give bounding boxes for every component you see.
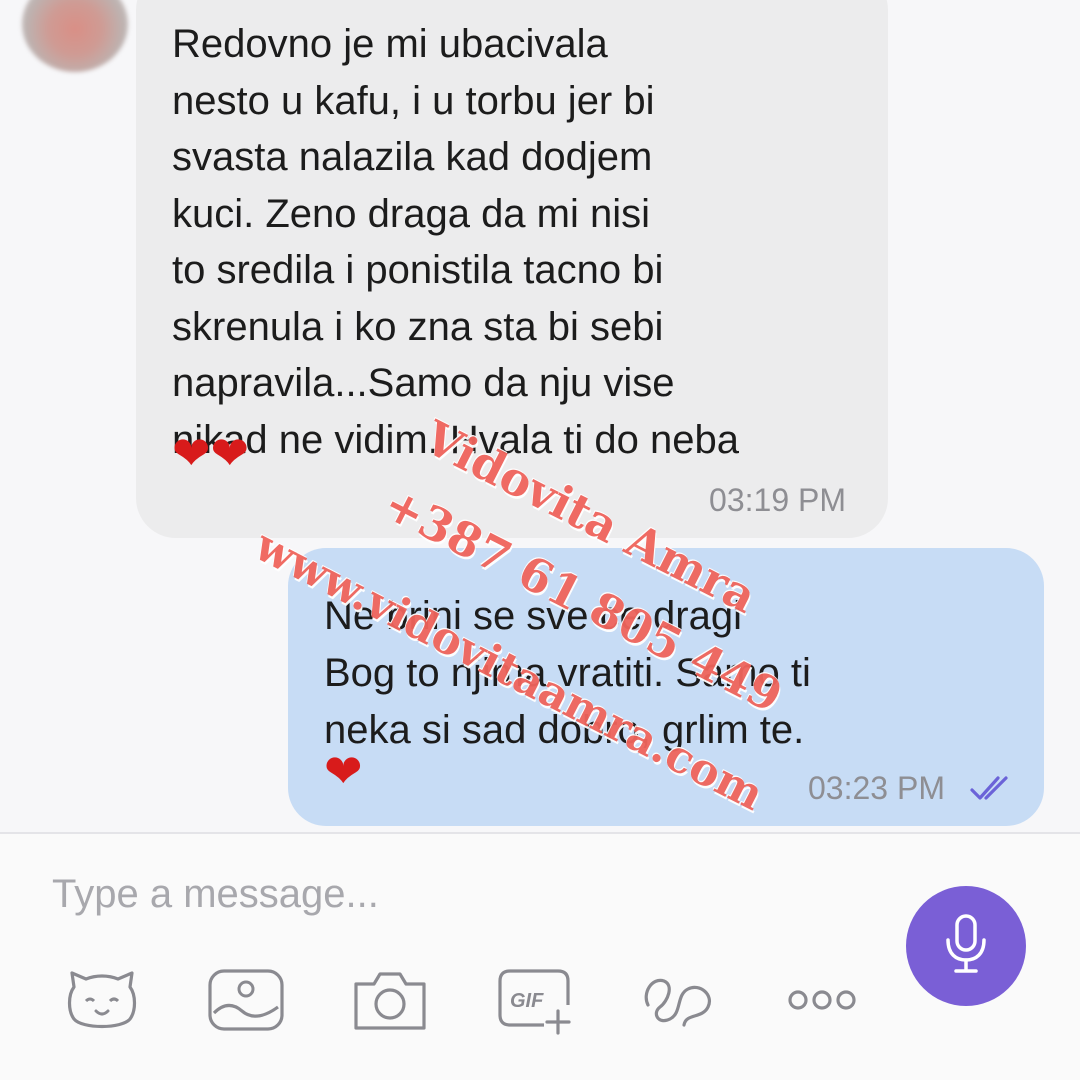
gif-button[interactable]: GIF	[492, 962, 576, 1042]
svg-text:GIF: GIF	[510, 990, 544, 1012]
message-input[interactable]	[52, 864, 872, 924]
message-line: napravila...Samo da nju vise	[172, 361, 675, 405]
gallery-icon	[206, 967, 286, 1038]
voice-message-button[interactable]	[906, 886, 1026, 1006]
message-line: nesto u kafu, i u torbu jer bi	[172, 78, 655, 123]
doodle-icon	[638, 965, 718, 1040]
heart-emoji: ❤	[324, 745, 363, 797]
message-line: svasta nalazila kad dodjem	[172, 135, 653, 179]
outgoing-timestamp: 03:23 PM	[808, 770, 945, 806]
message-line: skrenula i ko zna sta bi sebi	[172, 304, 664, 349]
microphone-icon	[938, 912, 994, 981]
incoming-message-text: Redovno je mi ubacivala nesto u kafu, i …	[172, 16, 872, 468]
message-line: to sredila i ponistila tacno bi	[172, 248, 664, 292]
sticker-icon	[62, 965, 142, 1040]
doodle-button[interactable]	[636, 962, 720, 1042]
sticker-button[interactable]	[60, 962, 144, 1042]
message-line: Redovno je mi ubacivala	[172, 22, 608, 66]
gallery-button[interactable]	[204, 962, 288, 1042]
camera-icon	[350, 966, 430, 1039]
double-check-icon	[968, 772, 1014, 809]
more-icon	[782, 985, 862, 1020]
incoming-timestamp: 03:19 PM	[709, 482, 846, 518]
heart-emoji: ❤❤	[172, 427, 250, 479]
contact-avatar[interactable]	[22, 0, 128, 72]
more-options-button[interactable]	[780, 962, 864, 1042]
camera-button[interactable]	[348, 962, 432, 1042]
message-composer: GIF	[0, 834, 1080, 1080]
gif-icon: GIF	[494, 965, 574, 1040]
message-line: kuci. Zeno draga da mi nisi	[172, 191, 651, 236]
